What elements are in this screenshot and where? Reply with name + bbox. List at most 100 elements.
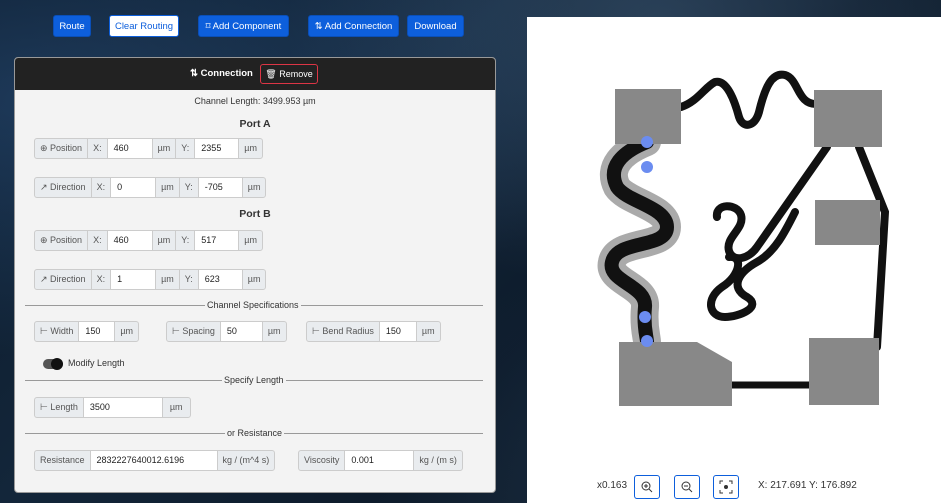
port-a-position-group: ⊕ Position X: 460 µm Y: 2355 µm <box>34 138 263 159</box>
cursor-coordinates: X: 217.691 Y: 176.892 <box>758 480 857 491</box>
unit-label: µm <box>238 230 263 251</box>
trash-icon: 🗑 <box>265 69 280 79</box>
route-label: Route <box>59 21 85 32</box>
connection-panel: ⇅ Connection 🗑 Remove Channel Length: 34… <box>14 57 496 493</box>
spacing-group: ⊢ Spacing 50 µm <box>166 321 287 342</box>
viscosity-group: Viscosity 0.001 kg / (m s) <box>298 450 463 471</box>
width-icon: ⊢ <box>40 402 51 412</box>
port-b-dir-x-input[interactable]: 1 <box>110 269 157 290</box>
channel-right-edge[interactable] <box>855 143 890 351</box>
width-icon: ⊢ <box>40 326 51 336</box>
add-connection-label: Add Connection <box>324 21 393 32</box>
viscosity-unit: kg / (m s) <box>413 450 463 471</box>
port-marker[interactable] <box>641 335 653 347</box>
y-label: Y: <box>175 230 196 251</box>
bend-radius-group: ⊢ Bend Radius 150 µm <box>306 321 441 342</box>
download-label: Download <box>414 21 457 32</box>
x-label: X: <box>90 177 112 198</box>
port-a-direction-text: Direction <box>50 182 86 192</box>
component-top-right[interactable] <box>814 90 882 147</box>
specify-length-separator: Specify Length <box>25 375 483 385</box>
unit-label: µm <box>151 138 177 159</box>
port-b-pos-y-input[interactable]: 517 <box>194 230 240 251</box>
port-marker[interactable] <box>641 136 653 148</box>
width-icon: ⊢ <box>312 326 323 336</box>
port-marker[interactable] <box>639 311 651 323</box>
port-a-pos-y-input[interactable]: 2355 <box>194 138 240 159</box>
width-input[interactable]: 150 <box>78 321 116 342</box>
port-a-dir-y-input[interactable]: -705 <box>197 177 243 198</box>
chip-layout[interactable] <box>527 17 941 470</box>
bend-radius-label-text: Bend Radius <box>322 326 374 336</box>
channel-length: Channel Length: 3499.953 µm <box>194 96 316 106</box>
panel-title-text: Connection <box>200 68 253 79</box>
remove-button[interactable]: 🗑 Remove <box>260 64 318 84</box>
remove-label: Remove <box>279 69 313 79</box>
zoom-in-button[interactable] <box>634 475 660 499</box>
port-b-direction-text: Direction <box>50 274 86 284</box>
channel-lower-serpentine[interactable] <box>707 208 799 322</box>
download-button[interactable]: Download <box>407 15 464 37</box>
y-label: Y: <box>178 269 199 290</box>
x-label: X: <box>87 230 108 251</box>
panel-title: ⇅ Connection <box>190 68 253 79</box>
spacing-label: ⊢ Spacing <box>166 321 221 342</box>
port-b-pos-x-input[interactable]: 460 <box>106 230 153 251</box>
port-a-pos-x-input[interactable]: 460 <box>106 138 153 159</box>
zoom-in-icon <box>641 481 653 493</box>
width-icon: ⊢ <box>172 326 183 336</box>
length-input[interactable]: 3500 <box>82 397 163 418</box>
bend-radius-input[interactable]: 150 <box>378 321 417 342</box>
channel-specs-separator: Channel Specifications <box>25 300 483 310</box>
component-top-left[interactable] <box>615 89 681 144</box>
y-label: Y: <box>178 177 199 198</box>
spacing-input[interactable]: 50 <box>219 321 263 342</box>
modify-length-label: Modify Length <box>68 358 125 368</box>
x-label: X: <box>87 138 108 159</box>
component-middle-right[interactable] <box>815 200 880 245</box>
crosshair-icon: ⊕ <box>40 143 51 153</box>
unit-label: µm <box>155 269 180 290</box>
x-label: X: <box>90 269 112 290</box>
design-canvas[interactable] <box>527 17 941 470</box>
viscosity-input[interactable]: 0.001 <box>344 450 415 471</box>
y-label: Y: <box>175 138 196 159</box>
direction-label: ↗ Direction <box>34 269 92 290</box>
length-label-text: Length <box>50 402 78 412</box>
channel-diagonal-long[interactable] <box>713 143 831 263</box>
add-component-icon: ⌑ <box>205 21 213 32</box>
zoom-out-icon <box>681 481 693 493</box>
arrow-icon: ↗ <box>40 274 51 284</box>
toggle-knob <box>51 358 63 370</box>
port-marker[interactable] <box>641 161 653 173</box>
port-b-direction-group: ↗ Direction X: 1 µm Y: 623 µm <box>34 269 267 290</box>
resistance-separator: or Resistance <box>25 428 483 438</box>
resistance-input[interactable]: 2832227640012.6196 <box>89 450 218 471</box>
fit-view-button[interactable] <box>713 475 739 499</box>
component-bottom-right[interactable] <box>809 338 879 405</box>
unit-label: µm <box>238 138 263 159</box>
viscosity-label: Viscosity <box>298 450 346 471</box>
width-label: ⊢ Width <box>34 321 80 342</box>
clear-routing-button[interactable]: Clear Routing <box>109 15 179 37</box>
port-a-dir-x-input[interactable]: 0 <box>110 177 157 198</box>
clear-routing-label: Clear Routing <box>114 21 174 32</box>
add-connection-button[interactable]: ⇅ Add Connection <box>308 15 399 37</box>
specify-length-title: Specify Length <box>222 375 286 385</box>
port-b-position-group: ⊕ Position X: 460 µm Y: 517 µm <box>34 230 263 251</box>
fit-icon <box>719 480 733 494</box>
port-a-position-text: Position <box>50 143 83 153</box>
arrow-icon: ↗ <box>40 182 51 192</box>
unit-label: µm <box>415 321 441 342</box>
zoom-out-button[interactable] <box>674 475 700 499</box>
component-bottom-left[interactable] <box>619 342 732 406</box>
port-b-dir-y-input[interactable]: 623 <box>197 269 243 290</box>
route-button[interactable]: Route <box>53 15 91 37</box>
modify-length-toggle[interactable] <box>43 358 63 370</box>
width-group: ⊢ Width 150 µm <box>34 321 140 342</box>
resistance-group: Resistance 2832227640012.6196 kg / (m^4 … <box>34 450 276 471</box>
unit-label: µm <box>261 321 287 342</box>
add-component-button[interactable]: ⌑ Add Component <box>198 15 289 37</box>
unit-label: µm <box>241 177 267 198</box>
channel-top-serpentine[interactable] <box>677 70 821 129</box>
